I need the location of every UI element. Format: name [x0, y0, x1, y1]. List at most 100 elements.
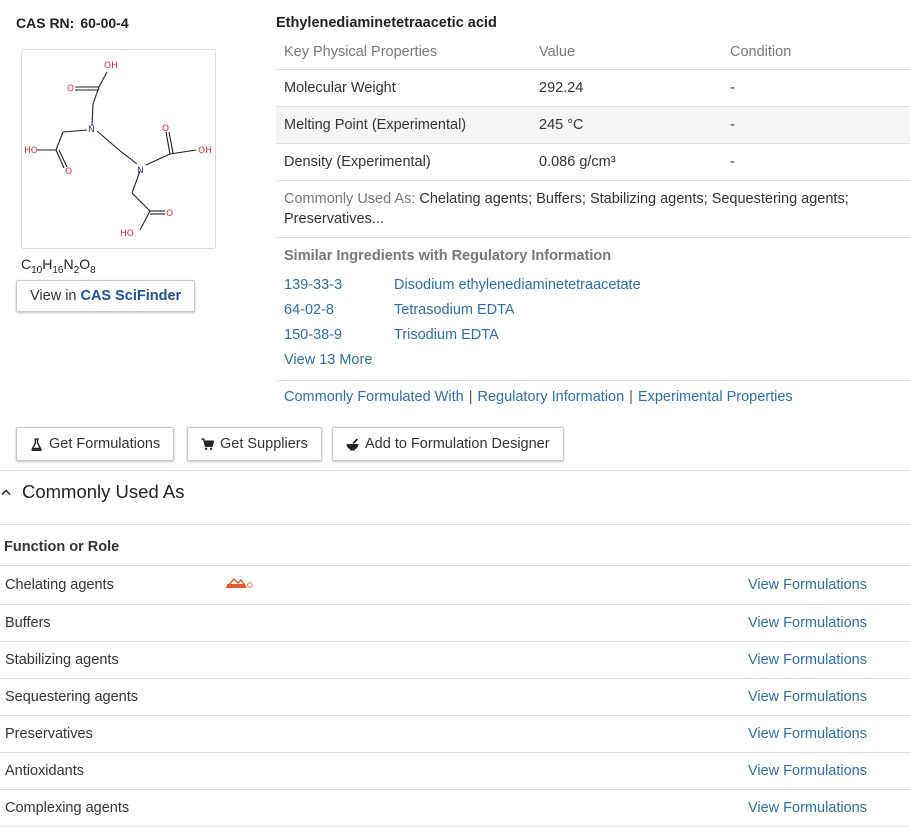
atom-label: O [65, 167, 72, 177]
commonly-used-as-section-toggle[interactable]: Commonly Used As [0, 481, 184, 503]
cas-rn: CAS RN: 60-00-4 [16, 15, 129, 31]
atom-label: HO [120, 229, 134, 239]
similar-cas-link[interactable]: 139-33-3 [284, 277, 394, 293]
chevron-up-icon [1, 489, 11, 496]
atom-label: O [67, 84, 74, 94]
view-formulations-link[interactable]: View Formulations [748, 577, 867, 593]
section-title: Commonly Used As [22, 481, 185, 502]
cart-icon [201, 437, 214, 450]
property-value: 292.24 [531, 69, 722, 107]
column-header: Condition [722, 34, 910, 70]
scifinder-brand: CAS SciFinder [80, 288, 182, 304]
property-condition: - [722, 143, 910, 181]
structure-diagram: OH O N HO O O OH N O HO [24, 61, 212, 239]
get-suppliers-button[interactable]: Get Suppliers [187, 427, 322, 461]
formula-element: N [63, 256, 74, 272]
similar-cas-link[interactable]: 64-02-8 [284, 302, 394, 318]
formula-element: C [21, 256, 32, 272]
formula-count: 8 [90, 264, 96, 276]
ingredient-title: Ethylenediaminetetraacetic acid [276, 15, 497, 31]
property-name: Melting Point (Experimental) [276, 106, 531, 144]
similar-ingredient-row: 139-33-3 Disodium ethylenediaminetetraace… [284, 277, 641, 293]
function-name: Sequestering agents [0, 678, 220, 716]
view-formulations-link[interactable]: View Formulations [748, 652, 867, 668]
function-name: Stabilizing agents [0, 641, 220, 679]
key-properties-table: Key Physical Properties Value Condition … [276, 34, 910, 181]
commonly-formulated-with-link[interactable]: Commonly Formulated With [284, 389, 464, 405]
table-row: Melting Point (Experimental) 245 °C - [276, 106, 910, 144]
atom-label: N [137, 166, 144, 176]
column-header: Key Physical Properties [276, 34, 531, 70]
logo-cell [220, 565, 270, 605]
formula-element: O [79, 256, 91, 272]
view-more-similar-link[interactable]: View 13 More [284, 352, 372, 368]
flask-icon [31, 437, 42, 451]
regulatory-information-link[interactable]: Regulatory Information [477, 389, 624, 405]
table-row: Molecular Weight 292.24 - [276, 69, 910, 107]
commonly-used-summary: Commonly Used As: Chelating agents; Buffe… [276, 181, 910, 238]
table-row: Complexing agents View Formulations [0, 789, 910, 827]
commonly-used-label: Commonly Used As: [284, 191, 416, 207]
column-header: Function or Role [0, 529, 910, 566]
function-name: Buffers [0, 604, 220, 642]
table-row: Chelating agents View Formulations [0, 565, 910, 605]
get-formulations-button[interactable]: Get Formulations [16, 427, 175, 461]
button-label: Get Suppliers [220, 436, 308, 452]
regulatory-logo-icon [225, 577, 253, 588]
property-name: Molecular Weight [276, 69, 531, 107]
similar-cas-link[interactable]: 150-38-9 [284, 327, 394, 343]
function-role-table: Function or Role Chelating agents View F… [0, 529, 910, 827]
similar-ingredient-row: 64-02-8 Tetrasodium EDTA [284, 302, 515, 318]
atom-label: OH [104, 61, 118, 71]
similar-name-link[interactable]: Disodium ethylenediaminetetraacetate [394, 277, 641, 293]
add-to-formulation-designer-button[interactable]: Add to Formulation Designer [332, 427, 564, 461]
table-row: Density (Experimental) 0.086 g/cm³ - [276, 143, 910, 181]
column-header: Value [531, 34, 722, 70]
formula-count: 10 [31, 264, 43, 276]
divider [276, 380, 910, 381]
similar-name-link[interactable]: Tetrasodium EDTA [394, 302, 515, 318]
property-value: 0.086 g/cm³ [531, 143, 722, 181]
cas-rn-value: 60-00-4 [80, 15, 129, 31]
atom-label: O [166, 209, 173, 219]
function-name: Preservatives [0, 715, 220, 753]
similar-ingredients-title: Similar Ingredients with Regulatory Info… [284, 248, 612, 264]
table-row: Sequestering agents View Formulations [0, 678, 910, 716]
button-label: Add to Formulation Designer [365, 436, 550, 452]
molecular-formula: C10H16N2O8 [21, 256, 96, 276]
link-separator: | [468, 389, 473, 405]
view-formulations-link[interactable]: View Formulations [748, 689, 867, 705]
property-condition: - [722, 69, 910, 107]
atom-label: O [162, 124, 169, 134]
formula-element: H [42, 256, 53, 272]
table-row: Stabilizing agents View Formulations [0, 641, 910, 679]
view-formulations-link[interactable]: View Formulations [748, 763, 867, 779]
view-formulations-link[interactable]: View Formulations [748, 800, 867, 816]
divider [0, 470, 910, 471]
similar-name-link[interactable]: Trisodium EDTA [394, 327, 499, 343]
cas-rn-label: CAS RN: [16, 15, 75, 31]
view-in-scifinder-button[interactable]: View in CAS SciFinder [16, 280, 196, 312]
view-formulations-link[interactable]: View Formulations [748, 726, 867, 742]
atom-label: N [88, 125, 95, 135]
table-row: Preservatives View Formulations [0, 715, 910, 753]
divider [0, 524, 910, 525]
function-name: Antioxidants [0, 752, 220, 790]
formula-count: 16 [52, 264, 64, 276]
chemical-structure: OH O N HO O O OH N O HO [21, 49, 216, 249]
link-separator: | [629, 389, 633, 405]
function-name: Chelating agents [0, 565, 220, 605]
property-name: Density (Experimental) [276, 143, 531, 181]
atom-label: HO [24, 146, 38, 156]
button-label: Get Formulations [49, 436, 161, 452]
view-formulations-link[interactable]: View Formulations [748, 615, 867, 631]
atom-label: OH [198, 146, 212, 156]
table-row: Buffers View Formulations [0, 604, 910, 642]
function-name: Complexing agents [0, 789, 220, 827]
table-row: Antioxidants View Formulations [0, 752, 910, 790]
experimental-properties-link[interactable]: Experimental Properties [638, 389, 793, 405]
section-links: Commonly Formulated With | Regulatory Info… [284, 389, 793, 405]
property-condition: - [722, 106, 910, 144]
property-value: 245 °C [531, 106, 722, 144]
similar-ingredient-row: 150-38-9 Trisodium EDTA [284, 327, 499, 343]
